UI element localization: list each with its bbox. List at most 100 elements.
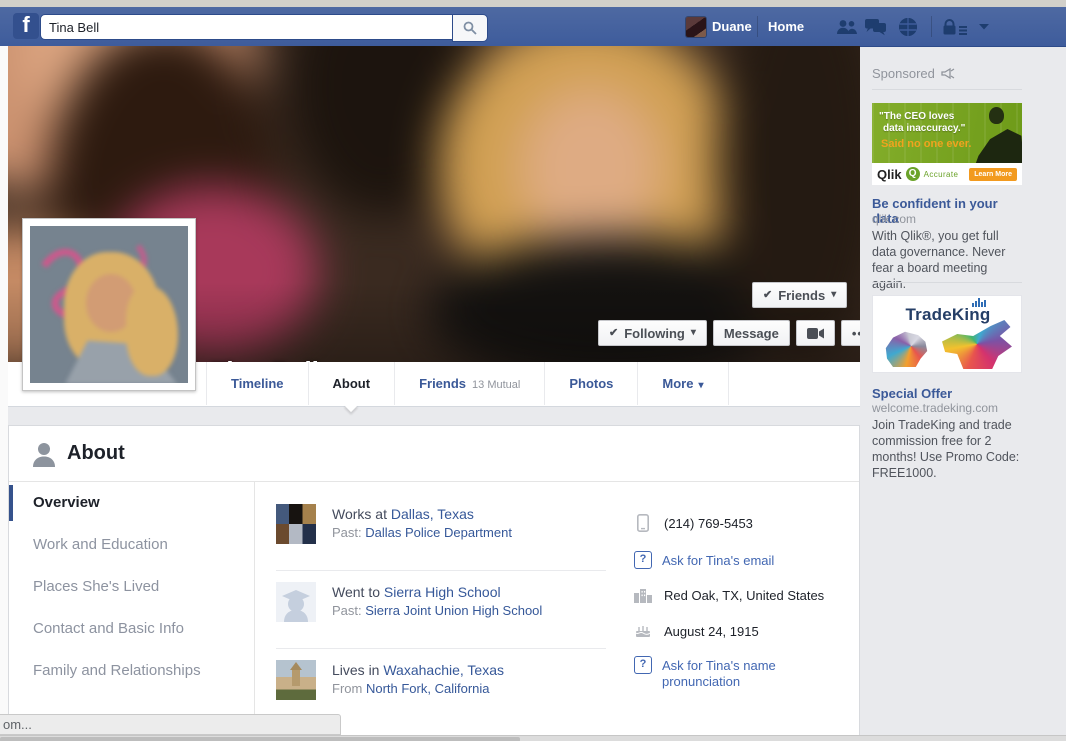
birthday-text: August 24, 1915 bbox=[664, 622, 759, 639]
bull-graphic bbox=[939, 319, 1015, 369]
ad-image-text: data inaccuracy." bbox=[883, 123, 965, 134]
current-city-row: Red Oak, TX, United States bbox=[634, 586, 824, 604]
about-nav-contact-basic-info[interactable]: Contact and Basic Info bbox=[9, 608, 254, 650]
divider bbox=[276, 648, 606, 649]
tradeking-ad-title-link[interactable]: Special Offer bbox=[872, 386, 1022, 401]
search-button[interactable] bbox=[452, 14, 488, 42]
birthday-row: August 24, 1915 bbox=[634, 622, 759, 640]
pronunciation-row: ? Ask for Tina's name pronunciation bbox=[634, 656, 797, 690]
account-menu-chevron-icon[interactable] bbox=[972, 15, 996, 39]
chevron-down-icon: ▾ bbox=[691, 328, 696, 338]
tab-more[interactable]: More▾ bbox=[637, 362, 728, 405]
qlik-logo: Qlik bbox=[877, 167, 902, 182]
email-row: ? Ask for Tina's email bbox=[634, 551, 774, 569]
nav-profile-link[interactable]: Duane bbox=[712, 7, 752, 46]
tab-photos[interactable]: Photos bbox=[544, 362, 637, 405]
past-work-link[interactable]: Dallas Police Department bbox=[365, 525, 512, 540]
past-school-link[interactable]: Sierra Joint Union High School bbox=[365, 603, 542, 618]
message-button[interactable]: Message bbox=[713, 320, 790, 346]
ad-image-text: Said no one ever. bbox=[881, 138, 971, 150]
tradeking-ad-image[interactable]: TradeKing bbox=[872, 295, 1022, 373]
about-section-card: About Overview Work and Education Places… bbox=[8, 425, 860, 741]
work-thumbnail[interactable] bbox=[276, 504, 316, 544]
about-nav-places-lived[interactable]: Places She's Lived bbox=[9, 566, 254, 608]
qlik-tagline: Accurate bbox=[924, 170, 959, 179]
tradeking-ad-url: welcome.tradeking.com bbox=[872, 401, 1022, 415]
ask-email-link[interactable]: Ask for Tina's email bbox=[662, 551, 774, 568]
user-avatar[interactable] bbox=[686, 17, 706, 37]
nav-divider bbox=[931, 16, 932, 37]
tab-friends[interactable]: Friends13 Mutual bbox=[394, 362, 544, 405]
learn-more-button[interactable]: Learn More bbox=[969, 168, 1017, 181]
facebook-logo[interactable]: f bbox=[13, 13, 39, 39]
video-call-button[interactable] bbox=[796, 320, 835, 346]
about-title: About bbox=[67, 426, 125, 481]
qlik-ad-image[interactable]: "The CEO loves data inaccuracy." Said no… bbox=[872, 103, 1022, 185]
messages-icon[interactable] bbox=[864, 15, 888, 39]
more-options-button[interactable]: ••• bbox=[841, 320, 860, 346]
about-nav-overview[interactable]: Overview bbox=[9, 482, 254, 524]
city-icon bbox=[634, 586, 652, 604]
ad-man-silhouette bbox=[989, 107, 1004, 124]
about-nav: Overview Work and Education Places She's… bbox=[9, 482, 255, 741]
birthday-cake-icon bbox=[634, 622, 652, 640]
bear-graphic bbox=[881, 325, 941, 367]
profile-action-row: ✔ Following ▾ Message ••• bbox=[598, 320, 860, 346]
facebook-navbar: f Duane Home bbox=[0, 7, 1066, 47]
work-item: Works at Dallas, Texas Past: Dallas Poli… bbox=[276, 504, 606, 544]
divider bbox=[872, 282, 1022, 283]
following-button[interactable]: ✔ Following ▾ bbox=[598, 320, 707, 346]
active-indicator bbox=[9, 485, 13, 521]
horizontal-scrollbar[interactable] bbox=[0, 735, 1066, 741]
question-icon: ? bbox=[634, 656, 652, 674]
places-item: Lives in Waxahachie, Texas From North Fo… bbox=[276, 660, 606, 700]
friends-status-button[interactable]: ✔ Friends ▾ bbox=[752, 282, 847, 308]
page-left-gutter bbox=[0, 46, 8, 741]
home-thumbnail[interactable] bbox=[276, 660, 316, 700]
nav-home-link[interactable]: Home bbox=[768, 7, 804, 46]
chevron-down-icon: ▾ bbox=[698, 380, 703, 391]
search-input[interactable] bbox=[40, 14, 454, 40]
tab-about[interactable]: About bbox=[308, 362, 395, 405]
ad-brand-strip: Qlik Q Accurate Learn More bbox=[872, 163, 1022, 185]
about-header: About bbox=[9, 426, 859, 482]
browser-status-bar: om... bbox=[0, 714, 341, 735]
hometown-link[interactable]: North Fork, California bbox=[366, 681, 490, 696]
sponsored-megaphone-icon[interactable] bbox=[941, 67, 955, 80]
phone-number: (214) 769-5453 bbox=[664, 514, 753, 531]
ad-image-text: "The CEO loves bbox=[879, 111, 954, 122]
phone-row: (214) 769-5453 bbox=[634, 514, 753, 532]
mutual-friends-count: 13 Mutual bbox=[472, 379, 520, 391]
qlik-q-icon: Q bbox=[906, 167, 920, 181]
search-icon bbox=[463, 21, 477, 35]
about-nav-work-education[interactable]: Work and Education bbox=[9, 524, 254, 566]
school-thumbnail[interactable] bbox=[276, 582, 316, 622]
school-link[interactable]: Sierra High School bbox=[384, 584, 501, 600]
profile-picture[interactable] bbox=[22, 218, 196, 391]
mobile-phone-icon bbox=[634, 514, 652, 532]
tradeking-logo: TradeKing bbox=[873, 305, 1022, 325]
privacy-shortcuts-icon[interactable] bbox=[941, 15, 969, 39]
tab-timeline[interactable]: Timeline bbox=[206, 362, 308, 405]
education-item: Went to Sierra High School Past: Sierra … bbox=[276, 582, 606, 622]
person-silhouette-icon bbox=[31, 441, 57, 467]
check-icon: ✔ bbox=[609, 328, 618, 339]
profile-picture-image bbox=[30, 226, 188, 383]
divider bbox=[872, 89, 1022, 90]
video-camera-icon bbox=[807, 328, 824, 339]
facebook-profile-page: f Duane Home bbox=[0, 0, 1066, 741]
check-icon: ✔ bbox=[763, 290, 772, 301]
ask-pronunciation-link[interactable]: Ask for Tina's name pronunciation bbox=[662, 656, 797, 690]
friend-requests-icon[interactable] bbox=[835, 15, 859, 39]
qlik-ad-url: qlik.com bbox=[872, 212, 1022, 226]
notifications-icon[interactable] bbox=[896, 15, 920, 39]
current-city-link[interactable]: Waxahachie, Texas bbox=[383, 662, 504, 678]
scrollbar-thumb[interactable] bbox=[0, 737, 520, 741]
sponsored-header: Sponsored bbox=[872, 66, 1022, 81]
divider bbox=[276, 570, 606, 571]
chevron-down-icon: ▾ bbox=[831, 290, 836, 300]
about-nav-family-relationships[interactable]: Family and Relationships bbox=[9, 650, 254, 692]
question-icon: ? bbox=[634, 551, 652, 569]
work-place-link[interactable]: Dallas, Texas bbox=[391, 506, 474, 522]
ellipsis-icon: ••• bbox=[852, 326, 860, 341]
